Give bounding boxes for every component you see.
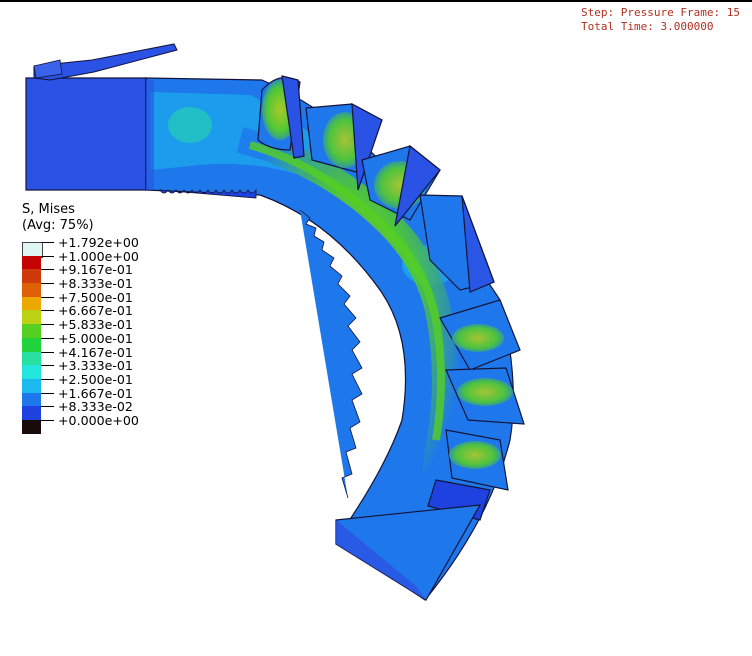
- legend-value: +7.500e-01: [58, 289, 133, 305]
- legend-tick: [41, 406, 54, 408]
- legend-entry: +1.000e+00: [22, 248, 212, 270]
- legend-value: +1.667e-01: [58, 385, 133, 401]
- legend-value: +6.667e-01: [58, 303, 133, 319]
- legend-entry: +5.833e-01: [22, 317, 212, 339]
- legend-tick: [41, 419, 54, 421]
- legend-tick: [41, 324, 54, 326]
- legend-averaging: (Avg: 75%): [22, 218, 94, 233]
- legend-entry: +9.167e-01: [22, 262, 212, 284]
- legend-colorbar: +1.792e+00 +1.000e+00 +9.167e-01 +8.333e-01…: [22, 235, 212, 434]
- legend-tick: [41, 392, 54, 394]
- legend-value: +8.333e-02: [58, 399, 133, 415]
- legend-entry: +0.000e+00: [22, 412, 212, 434]
- legend-entry: +1.667e-01: [22, 385, 212, 407]
- legend-tick: [41, 365, 54, 367]
- legend-tick: [41, 310, 54, 312]
- legend-value: +0.000e+00: [58, 412, 139, 428]
- legend-value: +9.167e-01: [58, 262, 133, 278]
- stress-legend: S, Mises (Avg: 75%) +1.792e+00 +1.000e+00…: [22, 202, 212, 434]
- legend-entry: +3.333e-01: [22, 358, 212, 380]
- legend-value: +4.167e-01: [58, 344, 133, 360]
- legend-tick: [41, 269, 54, 271]
- legend-value: +5.833e-01: [58, 317, 133, 333]
- legend-tick: [41, 351, 54, 353]
- legend-tick: [41, 296, 54, 298]
- legend-entry: +8.333e-02: [22, 399, 212, 421]
- legend-entry: +7.500e-01: [22, 289, 212, 311]
- legend-entry: +8.333e-01: [22, 276, 212, 298]
- legend-entry: +6.667e-01: [22, 303, 212, 325]
- legend-tick: [41, 337, 54, 339]
- legend-entry: +2.500e-01: [22, 371, 212, 393]
- legend-value: +1.792e+00: [58, 235, 139, 250]
- legend-variable: S, Mises: [22, 202, 75, 217]
- legend-tick: [41, 242, 54, 243]
- legend-entry: +4.167e-01: [22, 344, 212, 366]
- legend-swatch: [22, 419, 41, 434]
- legend-value: +2.500e-01: [58, 371, 133, 387]
- legend-value: +8.333e-01: [58, 276, 133, 292]
- legend-tick: [41, 283, 54, 285]
- legend-value: +3.333e-01: [58, 358, 133, 374]
- legend-value: +5.000e-01: [58, 330, 133, 346]
- legend-tick: [41, 255, 54, 257]
- legend-value: +1.000e+00: [58, 248, 139, 264]
- legend-entry: +1.792e+00: [22, 235, 212, 258]
- legend-entry: +5.000e-01: [22, 330, 212, 352]
- legend-tick: [41, 378, 54, 380]
